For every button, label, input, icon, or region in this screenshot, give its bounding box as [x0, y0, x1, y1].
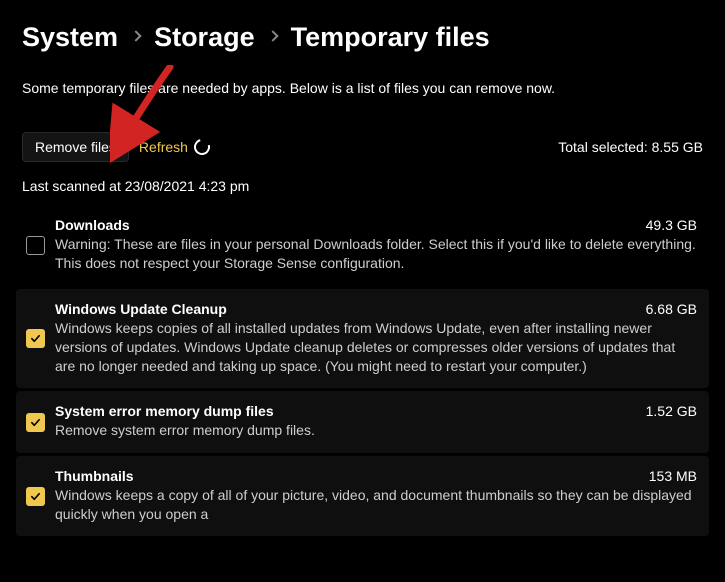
refresh-label: Refresh: [139, 139, 188, 155]
item-body: Downloads 49.3 GB Warning: These are fil…: [55, 217, 697, 274]
item-body: Thumbnails 153 MB Windows keeps a copy o…: [55, 468, 697, 525]
item-size: 153 MB: [649, 468, 697, 484]
item-title: Windows Update Cleanup: [55, 301, 227, 317]
page-description: Some temporary files are needed by apps.…: [0, 65, 725, 98]
item-description: Remove system error memory dump files.: [55, 421, 697, 440]
list-item[interactable]: Downloads 49.3 GB Warning: These are fil…: [16, 205, 709, 286]
item-description: Windows keeps a copy of all of your pict…: [55, 486, 697, 525]
item-description: Warning: These are files in your persona…: [55, 235, 697, 274]
total-selected-label: Total selected: 8.55 GB: [558, 139, 703, 155]
list-item[interactable]: System error memory dump files 1.52 GB R…: [16, 391, 709, 452]
checkbox[interactable]: [26, 236, 45, 255]
breadcrumb-current: Temporary files: [291, 22, 490, 53]
chevron-right-icon: [267, 30, 278, 41]
refresh-button[interactable]: Refresh: [139, 139, 210, 155]
checkbox[interactable]: [26, 329, 45, 348]
breadcrumb-system[interactable]: System: [22, 22, 118, 53]
refresh-icon: [191, 136, 213, 158]
last-scanned-label: Last scanned at 23/08/2021 4:23 pm: [0, 162, 725, 202]
check-icon: [30, 491, 41, 502]
item-size: 49.3 GB: [646, 217, 697, 233]
item-size: 6.68 GB: [646, 301, 697, 317]
item-title: System error memory dump files: [55, 403, 274, 419]
item-title: Thumbnails: [55, 468, 134, 484]
list-item[interactable]: Thumbnails 153 MB Windows keeps a copy o…: [16, 456, 709, 537]
remove-files-button[interactable]: Remove files: [22, 132, 129, 162]
item-size: 1.52 GB: [646, 403, 697, 419]
item-body: Windows Update Cleanup 6.68 GB Windows k…: [55, 301, 697, 377]
list-item[interactable]: Windows Update Cleanup 6.68 GB Windows k…: [16, 289, 709, 389]
breadcrumb: System Storage Temporary files: [0, 0, 725, 65]
actions-row: Remove files Refresh Total selected: 8.5…: [0, 98, 725, 162]
item-body: System error memory dump files 1.52 GB R…: [55, 403, 697, 440]
item-description: Windows keeps copies of all installed up…: [55, 319, 697, 377]
item-title: Downloads: [55, 217, 130, 233]
checkbox[interactable]: [26, 487, 45, 506]
check-icon: [30, 333, 41, 344]
file-category-list: Downloads 49.3 GB Warning: These are fil…: [0, 205, 725, 537]
breadcrumb-storage[interactable]: Storage: [154, 22, 255, 53]
chevron-right-icon: [130, 30, 141, 41]
checkbox[interactable]: [26, 413, 45, 432]
check-icon: [30, 417, 41, 428]
